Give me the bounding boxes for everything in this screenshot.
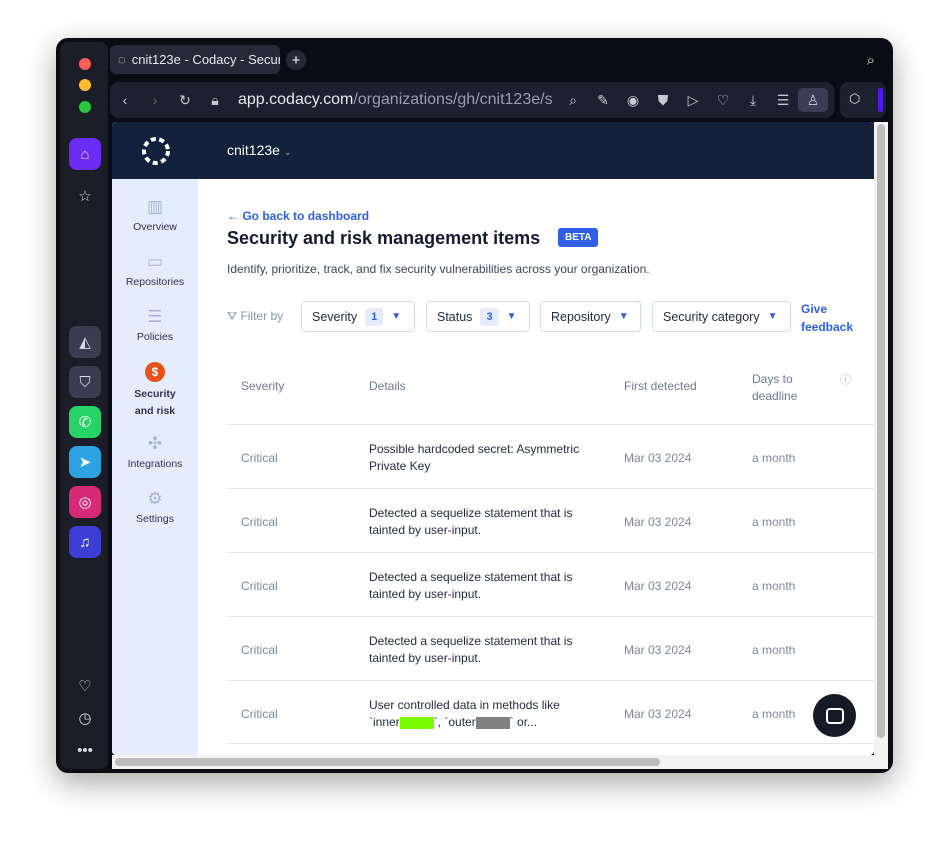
zoom-icon[interactable]: ⌕: [558, 92, 588, 109]
horizontal-scrollbar[interactable]: [112, 755, 888, 769]
download-icon[interactable]: ⤓: [738, 92, 768, 109]
list-icon: ☰: [147, 307, 163, 326]
instagram-icon[interactable]: ◎: [69, 486, 101, 518]
table-row[interactable]: Critical Detected a sequelize statement t…: [227, 616, 874, 680]
gear-icon: ⚙: [147, 489, 163, 508]
top-navigation: cnit123e ⌄: [112, 122, 874, 179]
help-icon[interactable]: ⓘ: [840, 371, 851, 387]
security-category-filter[interactable]: Security category ▼: [652, 301, 791, 332]
new-tab-button[interactable]: +: [286, 50, 306, 70]
shield-icon[interactable]: ⛊: [648, 92, 678, 109]
repository-filter[interactable]: Repository ▼: [540, 301, 641, 332]
filter-label: ⛛ Filter by: [227, 309, 284, 323]
browser-tab[interactable]: ◌ cnit123e - Codacy - Security: [110, 45, 280, 74]
star-icon[interactable]: ☆: [69, 180, 101, 212]
status-filter[interactable]: Status 3 ▼: [426, 301, 530, 332]
org-switcher[interactable]: cnit123e ⌄: [227, 142, 291, 158]
camera-icon[interactable]: ◉: [618, 92, 648, 109]
back-icon[interactable]: ‹: [110, 92, 140, 108]
beta-badge: BETA: [558, 228, 599, 247]
table-row[interactable]: Critical User controlled data in methods …: [227, 680, 874, 744]
table-row[interactable]: Critical Detected a sequelize statement t…: [227, 488, 874, 552]
chat-icon: [825, 707, 844, 724]
heart-icon[interactable]: ♡: [708, 92, 738, 109]
puzzle-icon: ✣: [147, 434, 163, 453]
extensions-area: ⬡: [840, 82, 886, 118]
redacted-block: [399, 716, 434, 729]
lock-icon: 🔒︎: [211, 91, 219, 108]
folder-icon: ▭: [146, 252, 164, 271]
address-bar[interactable]: ‹ › ↻ 🔒︎ app.codacy.com/organizations/gh…: [110, 82, 834, 118]
app-sidebar: ▥ Overview ▭ Repositories ☰ Policies $ Secur…: [112, 179, 198, 755]
settings-sliders-icon[interactable]: ☰: [768, 92, 798, 109]
history-icon[interactable]: ◷: [69, 702, 101, 734]
vertical-scrollbar[interactable]: [874, 122, 888, 755]
sidebar-item-overview[interactable]: ▥ Overview: [112, 197, 198, 233]
browser-window: ⌂ ☆ ◭ ⛉ ✆ ➤ ◎ ♫ ♡ ◷ ••• ◌ cnit123e - Coda…: [56, 38, 893, 773]
profile-icon[interactable]: ♙: [798, 88, 828, 112]
column-header-deadline[interactable]: Days to deadline: [752, 371, 812, 405]
codacy-logo-icon: [142, 137, 170, 165]
edit-icon[interactable]: ✎: [588, 92, 618, 109]
bar-chart-icon: ▥: [146, 197, 164, 216]
forward-icon[interactable]: ›: [140, 92, 170, 108]
count-badge: 3: [480, 307, 499, 326]
chat-button[interactable]: [813, 694, 856, 737]
home-icon[interactable]: ⌂: [69, 138, 101, 170]
count-badge: 1: [365, 307, 384, 326]
column-header-severity[interactable]: Severity: [241, 379, 284, 393]
close-window-button[interactable]: [79, 58, 91, 70]
chevron-down-icon: ▼: [506, 311, 517, 322]
send-icon[interactable]: ▷: [678, 92, 708, 109]
chevron-down-icon: ▼: [391, 311, 402, 322]
table-row[interactable]: Critical Possible hardcoded secret: Asymm…: [227, 424, 874, 488]
browser-sidebar: ⌂ ☆ ◭ ⛉ ✆ ➤ ◎ ♫ ♡ ◷ •••: [60, 42, 108, 769]
reload-icon[interactable]: ↻: [170, 92, 200, 109]
shopping-bag-icon[interactable]: ⛉: [69, 366, 101, 398]
sidebar-item-integrations[interactable]: ✣ Integrations: [112, 434, 198, 470]
back-to-dashboard-link[interactable]: ← Go back to dashboard: [227, 209, 369, 223]
sidebar-indicator: [878, 88, 883, 112]
search-tabs-icon[interactable]: ⌕: [867, 52, 875, 69]
cube-icon[interactable]: ⬡: [849, 91, 860, 107]
sidebar-item-repositories[interactable]: ▭ Repositories: [112, 252, 198, 288]
codacy-logo-icon: ◌: [118, 52, 126, 67]
column-header-details: Details: [369, 379, 406, 393]
more-icon[interactable]: •••: [69, 734, 101, 766]
headphones-icon[interactable]: ♫: [69, 526, 101, 558]
maximize-window-button[interactable]: [79, 101, 91, 113]
heart-icon[interactable]: ♡: [69, 670, 101, 702]
minimize-window-button[interactable]: [79, 79, 91, 91]
whatsapp-icon[interactable]: ✆: [69, 406, 101, 438]
security-icon: $: [145, 362, 165, 382]
sidebar-item-policies[interactable]: ☰ Policies: [112, 307, 198, 343]
url-text[interactable]: app.codacy.com/organizations/gh/cnit123e…: [238, 91, 553, 109]
severity-filter[interactable]: Severity 1 ▼: [301, 301, 415, 332]
table-row[interactable]: Critical Detected a sequelize statement t…: [227, 552, 874, 616]
page-title: Security and risk management items: [227, 228, 541, 248]
main-content: ← Go back to dashboard Security and risk…: [198, 179, 874, 755]
give-feedback-link[interactable]: Give feedback: [801, 300, 861, 336]
chevron-down-icon: ▼: [767, 311, 778, 322]
sidebar-item-security[interactable]: $ Security and risk: [112, 362, 198, 420]
page-description: Identify, prioritize, track, and fix sec…: [227, 262, 650, 276]
column-header-first-detected[interactable]: First detected: [624, 379, 697, 393]
web-page: cnit123e ⌄ ▥ Overview ▭ Repositories ☰ Poli…: [112, 122, 874, 755]
filter-icon: ⛛: [227, 309, 238, 323]
redacted-block: [475, 716, 510, 729]
app-icon[interactable]: ◭: [69, 326, 101, 358]
chevron-down-icon: ▼: [618, 311, 629, 322]
telegram-icon[interactable]: ➤: [69, 446, 101, 478]
sidebar-item-settings[interactable]: ⚙ Settings: [112, 489, 198, 525]
